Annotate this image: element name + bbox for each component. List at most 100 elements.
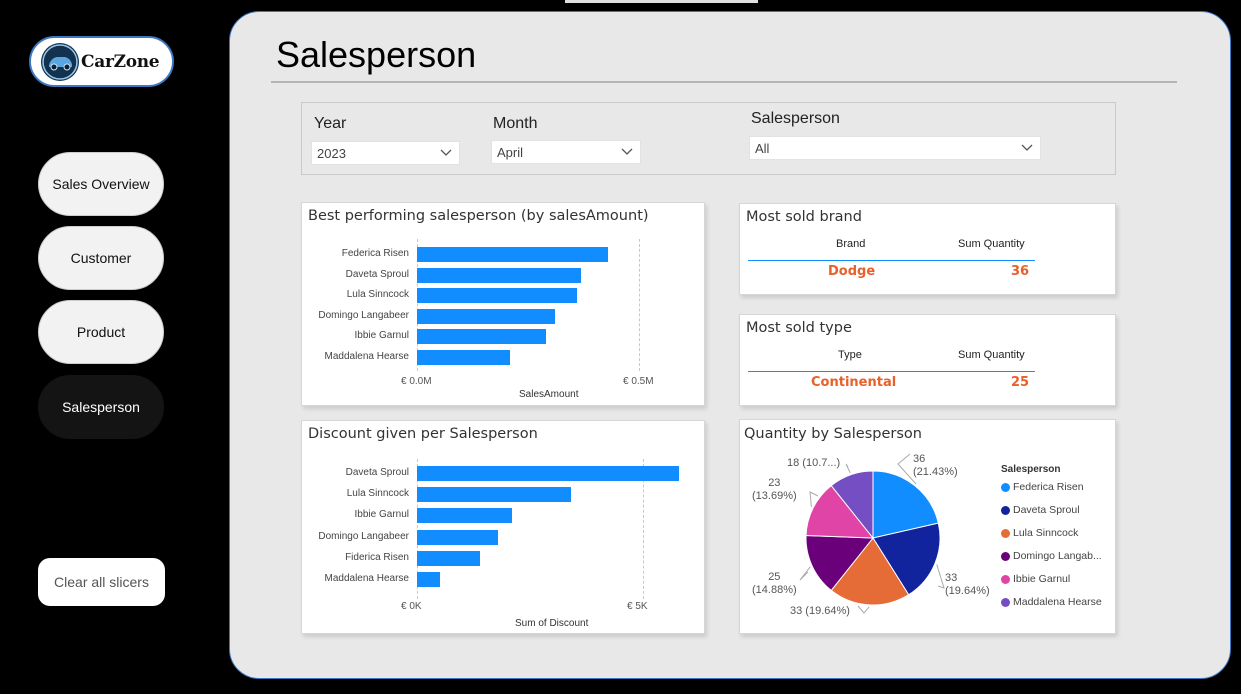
legend-item[interactable]: Ibbie Garnul bbox=[1001, 573, 1070, 585]
legend-label: Domingo Langab... bbox=[1013, 550, 1102, 562]
x-axis-title: Sum of Discount bbox=[515, 618, 589, 629]
x-tick-label: € 0.0M bbox=[401, 376, 432, 387]
brand-quantity-value: 36 bbox=[1011, 264, 1030, 279]
quantity-column-header: Sum Quantity bbox=[958, 349, 1025, 361]
legend-swatch bbox=[1001, 505, 1010, 515]
legend-swatch bbox=[1001, 597, 1010, 607]
category-label: Maddalena Hearse bbox=[324, 350, 410, 362]
type-column-header: Type bbox=[838, 349, 862, 361]
pie-label-text: 18 (10.7...) bbox=[787, 457, 841, 469]
chevron-down-icon bbox=[621, 148, 633, 155]
pie-label-percent: (14.88%) bbox=[752, 584, 797, 596]
window-top-indicator bbox=[565, 0, 758, 3]
quantity-column-header: Sum Quantity bbox=[958, 238, 1025, 250]
logo-text: CarZone bbox=[81, 51, 160, 72]
car-logo-icon bbox=[41, 42, 79, 81]
legend-label: Federica Risen bbox=[1013, 481, 1084, 493]
month-dropdown-value: April bbox=[497, 145, 524, 160]
chart-title: Best performing salesperson (by salesAmo… bbox=[308, 208, 649, 224]
pie-label-text: 33 (19.64%) bbox=[790, 605, 850, 617]
leader-line bbox=[799, 566, 811, 581]
category-label: Daveta Sproul bbox=[345, 467, 409, 478]
category-label: Domingo Langabeer bbox=[318, 530, 409, 542]
bar[interactable] bbox=[417, 349, 511, 365]
category-label: Daveta Sproul bbox=[345, 268, 409, 280]
legend-label: Ibbie Garnul bbox=[1013, 573, 1071, 585]
pie-label-percent: (21.43%) bbox=[913, 466, 958, 478]
month-slicer-label: Month bbox=[493, 115, 538, 132]
category-label: Fiderica Risen bbox=[345, 551, 409, 563]
bar[interactable] bbox=[417, 529, 499, 545]
most-sold-type-card[interactable]: Most sold type Type Sum Quantity Contine… bbox=[739, 314, 1116, 406]
pie-label-value: 23 bbox=[768, 477, 781, 489]
quantity-pie-chart[interactable]: Quantity by Salesperson Salesperson Fede… bbox=[739, 419, 1116, 634]
pie-label-value: 25 bbox=[768, 571, 781, 583]
bar[interactable] bbox=[417, 550, 481, 566]
bar[interactable] bbox=[417, 487, 571, 503]
brand-value: Dodge bbox=[828, 264, 876, 279]
salesperson-dropdown[interactable]: All bbox=[749, 136, 1041, 160]
type-quantity-value: 25 bbox=[1011, 375, 1030, 390]
brand-column-header: Brand bbox=[836, 238, 866, 250]
nav-sales-overview-button[interactable]: Sales Overview bbox=[38, 152, 164, 216]
nav-customer-button[interactable]: Customer bbox=[38, 226, 164, 290]
legend-title: Salesperson bbox=[1001, 464, 1061, 475]
chevron-down-icon bbox=[1021, 144, 1033, 151]
pie-label-percent: (13.69%) bbox=[752, 490, 797, 502]
x-tick-label: € 0.5M bbox=[623, 376, 654, 387]
month-dropdown[interactable]: April bbox=[491, 140, 641, 164]
legend-item[interactable]: Federica Risen bbox=[1001, 481, 1084, 493]
legend-swatch bbox=[1001, 528, 1010, 538]
pie-label-value: 33 bbox=[945, 572, 958, 584]
salesperson-slicer-label: Salesperson bbox=[751, 110, 840, 127]
bar[interactable] bbox=[417, 508, 512, 524]
legend-item[interactable]: Daveta Sproul bbox=[1001, 504, 1080, 516]
category-label: Ibbie Garnul bbox=[354, 509, 409, 521]
bar[interactable] bbox=[417, 572, 440, 587]
legend-label: Maddalena Hearse bbox=[1013, 596, 1102, 608]
bar[interactable] bbox=[417, 466, 680, 481]
table-header-rule bbox=[748, 260, 1035, 261]
pie-label-value: 36 bbox=[913, 453, 926, 465]
legend-swatch bbox=[1001, 574, 1010, 584]
category-label: Ibbie Garnul bbox=[354, 330, 409, 341]
legend-label: Lula Sinncock bbox=[1013, 527, 1079, 539]
pie-data-label: 18 (10.7...) bbox=[787, 457, 840, 470]
nav-product-button[interactable]: Product bbox=[38, 300, 164, 364]
pie-data-label: 33 (19.64%) bbox=[790, 605, 850, 618]
carzone-logo[interactable]: CarZone bbox=[29, 36, 174, 87]
pie-data-label: 25 (14.88%) bbox=[752, 571, 797, 597]
legend-item[interactable]: Domingo Langab... bbox=[1001, 550, 1102, 562]
chevron-down-icon bbox=[440, 149, 452, 156]
bar[interactable] bbox=[417, 288, 577, 303]
leader-line bbox=[845, 463, 851, 474]
chart-title: Discount given per Salesperson bbox=[308, 426, 538, 442]
legend-swatch bbox=[1001, 551, 1010, 561]
most-sold-brand-card[interactable]: Most sold brand Brand Sum Quantity Dodge… bbox=[739, 203, 1116, 295]
bar[interactable] bbox=[417, 267, 582, 283]
legend-item[interactable]: Lula Sinncock bbox=[1001, 527, 1078, 539]
page-title: Salesperson bbox=[276, 34, 477, 75]
category-label: Maddalena Hearse bbox=[324, 573, 410, 584]
legend-swatch bbox=[1001, 482, 1010, 492]
nav-salesperson-button[interactable]: Salesperson bbox=[38, 375, 164, 439]
bar[interactable] bbox=[417, 247, 608, 262]
best-salesperson-chart[interactable]: Best performing salesperson (by salesAmo… bbox=[301, 202, 705, 406]
bar[interactable] bbox=[417, 329, 546, 344]
x-tick-label: € 0K bbox=[401, 601, 422, 612]
year-dropdown[interactable]: 2023 bbox=[311, 141, 460, 165]
pie-label-percent: (19.64%) bbox=[945, 585, 990, 597]
card-title: Most sold brand bbox=[746, 209, 862, 225]
x-axis-title: SalesAmount bbox=[519, 389, 579, 400]
discount-chart[interactable]: Discount given per Salesperson € 0K € 5K D… bbox=[301, 420, 705, 634]
clear-slicers-button[interactable]: Clear all slicers bbox=[38, 558, 165, 606]
legend-item[interactable]: Maddalena Hearse bbox=[1001, 596, 1102, 608]
category-label: Federica Risen bbox=[341, 248, 409, 259]
category-label: Lula Sinncock bbox=[346, 289, 409, 300]
card-title: Most sold type bbox=[746, 320, 852, 336]
pie-data-label: 33 (19.64%) bbox=[945, 572, 990, 598]
bar[interactable] bbox=[417, 308, 555, 324]
gridline bbox=[639, 239, 640, 371]
year-slicer-label: Year bbox=[314, 115, 347, 132]
type-value: Continental bbox=[811, 375, 897, 390]
